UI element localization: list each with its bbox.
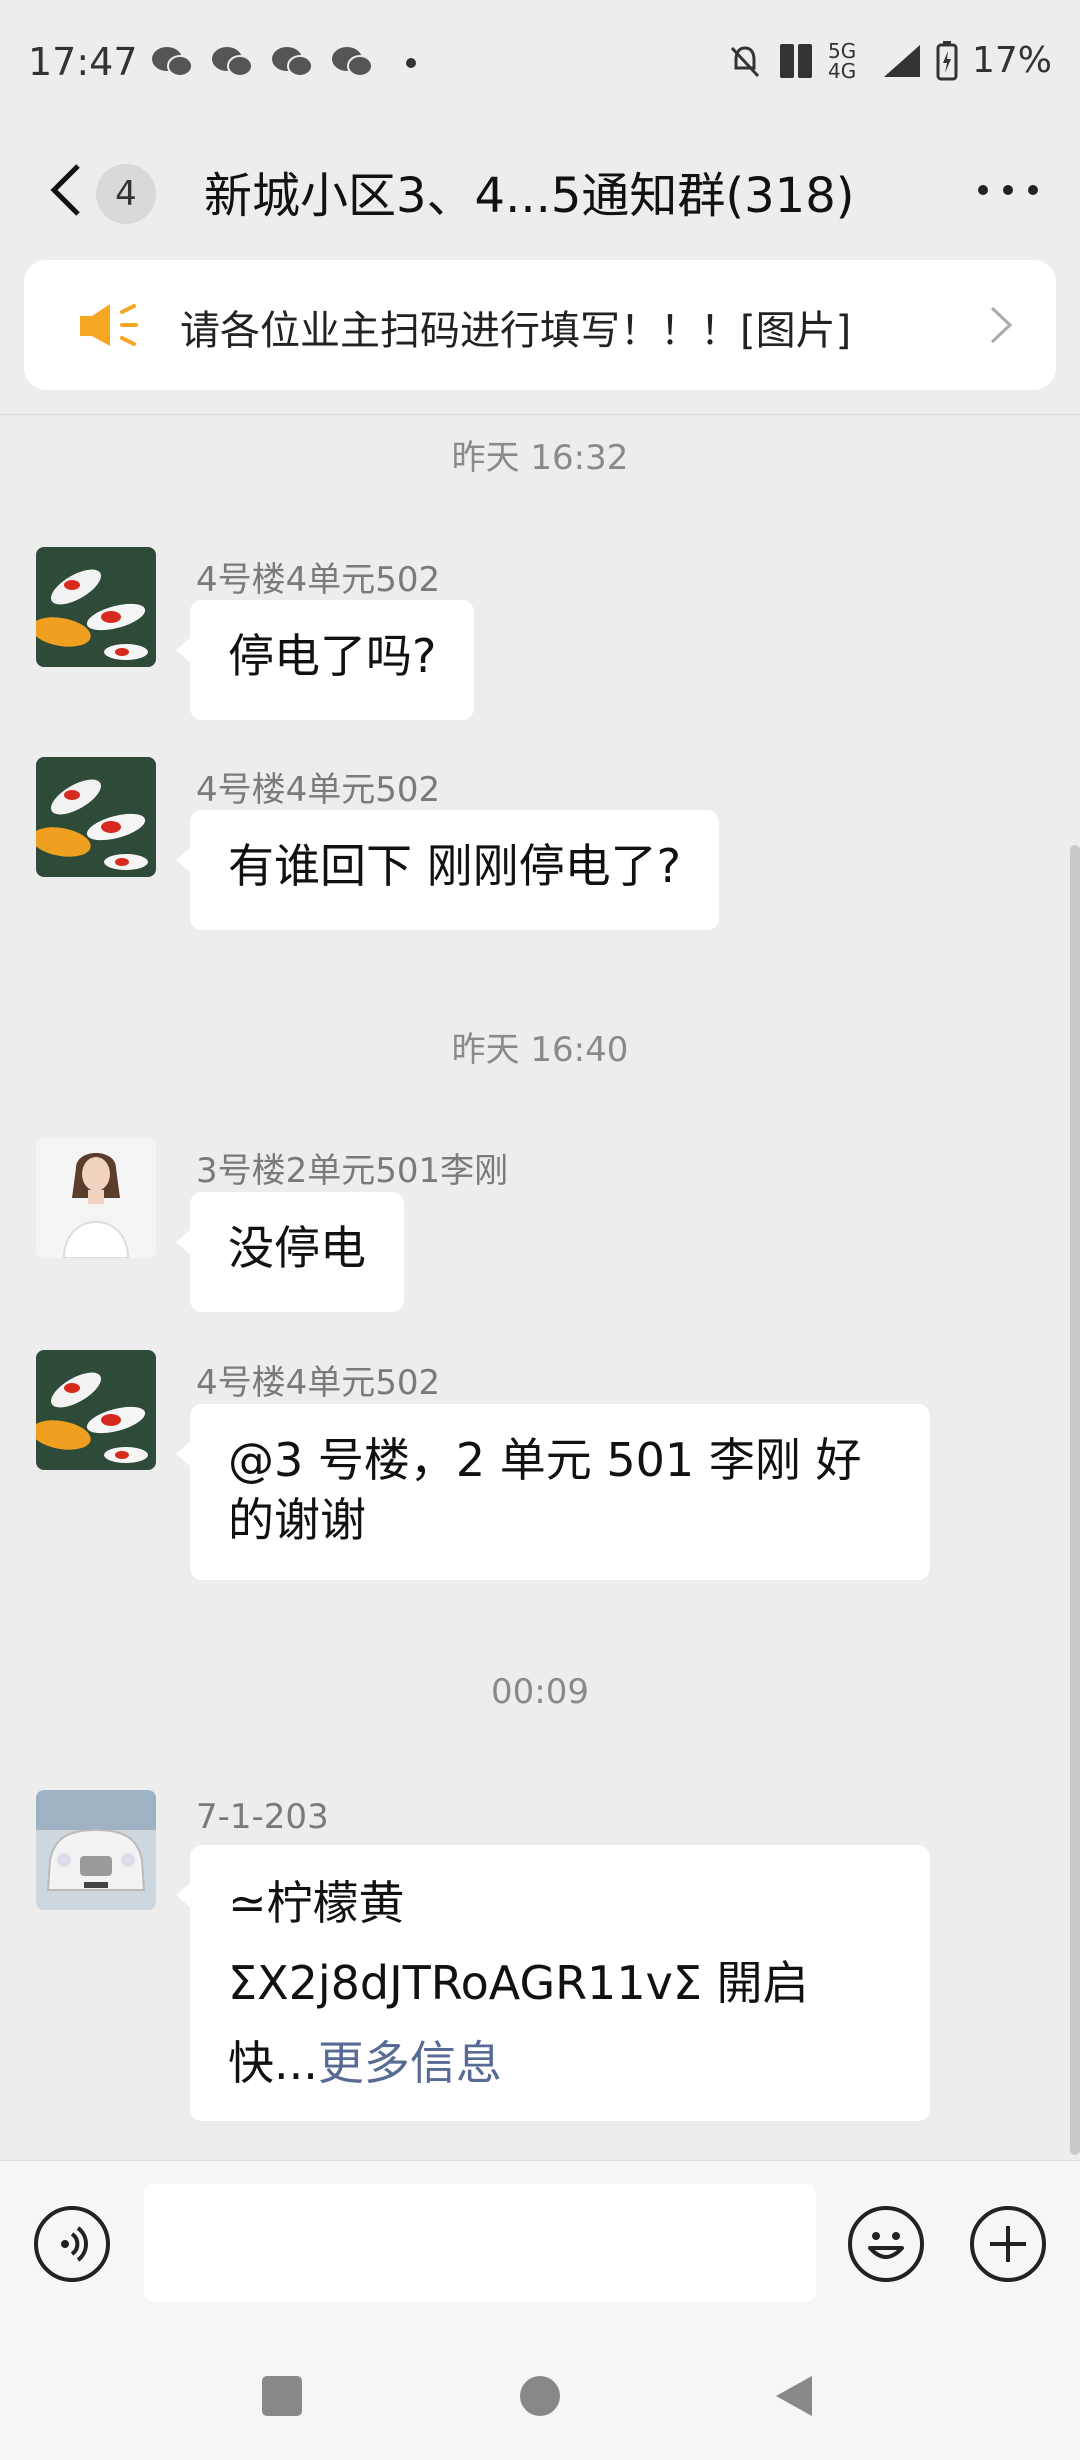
chat-title: 新城小区3、4...5通知群(318): [204, 168, 855, 224]
more-info-link[interactable]: 更多信息: [318, 2036, 502, 2090]
battery-level: 17%: [971, 40, 1052, 81]
timestamp: 昨天 16:40: [451, 1030, 629, 1070]
sender-name: 7-1-203: [196, 1797, 329, 1837]
more-options-button[interactable]: [978, 180, 1038, 200]
dot-icon: [978, 185, 988, 195]
message-bubble[interactable]: @3 号楼，2 单元 501 李刚 好 的谢谢: [176, 1404, 930, 1580]
message-text-line: 的谢谢: [228, 1493, 366, 1547]
avatar[interactable]: [36, 1138, 156, 1258]
smiley-icon: [868, 2232, 904, 2259]
avatar[interactable]: [36, 1350, 156, 1470]
voice-icon: [61, 2226, 88, 2262]
chevron-right-icon: [990, 306, 1013, 344]
avatar[interactable]: [36, 547, 156, 667]
notice-text: 请各位业主扫码进行填写！！！[图片]: [180, 308, 852, 354]
status-time: 17:47: [28, 40, 138, 84]
message-text: 没停电: [228, 1221, 366, 1275]
message-input[interactable]: [144, 2184, 816, 2302]
home-icon[interactable]: [518, 2374, 562, 2418]
status-bar: 17:47 5G 4G 17%: [0, 0, 1080, 130]
sender-name: 4号楼4单元502: [196, 1363, 441, 1403]
wechat-notification-icon: [272, 47, 313, 77]
wechat-notification-icon: [212, 47, 253, 77]
message-bubble[interactable]: ≃柠檬黄 ΣX2j8dJTRoAGR11vΣ 開启 快...更多信息: [176, 1845, 930, 2121]
sim-icon: [779, 43, 812, 78]
message-bubble[interactable]: 停电了吗?: [175, 600, 475, 720]
sender-name: 4号楼4单元502: [196, 560, 441, 600]
dot-icon: [1003, 185, 1013, 195]
timestamp: 00:09: [491, 1672, 589, 1712]
message-bubble[interactable]: 没停电: [176, 1192, 404, 1312]
signal-icon: [883, 44, 920, 77]
message-text: 快...: [228, 2036, 318, 2090]
more-notifications-dot: [406, 58, 416, 68]
voice-input-button[interactable]: [34, 2206, 110, 2282]
woman-avatar-icon: [36, 1138, 156, 1258]
message-text-line: 快...更多信息: [228, 2033, 892, 2113]
koi-fish-avatar-icon: [36, 547, 156, 667]
avatar[interactable]: [36, 1790, 156, 1910]
divider: [0, 414, 1080, 415]
sender-name: 3号楼2单元501李刚: [196, 1151, 509, 1191]
recents-icon[interactable]: [260, 2374, 304, 2418]
system-navigation-bar: [0, 2330, 1080, 2460]
wechat-notification-icon: [152, 47, 193, 77]
koi-fish-avatar-icon: [36, 757, 156, 877]
battery-icon: [936, 40, 958, 80]
scrollbar[interactable]: [1070, 845, 1080, 2155]
back-icon[interactable]: [42, 160, 92, 220]
back-nav-icon[interactable]: [772, 2374, 816, 2418]
input-bar: [0, 2160, 1080, 2331]
message-text: 停电了吗?: [228, 629, 437, 683]
network-type: 5G 4G: [827, 38, 857, 83]
car-avatar-icon: [36, 1790, 156, 1910]
mute-icon: [730, 45, 760, 77]
koi-fish-avatar-icon: [36, 1350, 156, 1470]
unread-count-badge[interactable]: 4: [96, 164, 156, 224]
chat-header: 4 新城小区3、4...5通知群(318): [0, 130, 1080, 255]
status-right: 5G 4G 17%: [726, 40, 1052, 81]
more-functions-button[interactable]: [970, 2206, 1046, 2282]
message-text-line: ΣX2j8dJTRoAGR11vΣ 開启: [228, 1956, 809, 2010]
message-text: 有谁回下 刚刚停电了?: [228, 839, 682, 893]
announcement-icon: [80, 304, 138, 346]
avatar[interactable]: [36, 757, 156, 877]
message-text-line: ≃柠檬黄: [228, 1876, 405, 1930]
pinned-notice[interactable]: 请各位业主扫码进行填写！！！[图片]: [24, 260, 1056, 390]
sender-name: 4号楼4单元502: [196, 770, 441, 810]
plus-icon: [990, 2226, 1026, 2262]
emoji-button[interactable]: [848, 2206, 924, 2282]
timestamp: 昨天 16:32: [451, 438, 629, 478]
dot-icon: [1028, 185, 1038, 195]
message-text-line: @3 号楼，2 单元 501 李刚 好: [228, 1433, 862, 1487]
message-bubble[interactable]: 有谁回下 刚刚停电了?: [175, 810, 720, 930]
wechat-notification-icon: [332, 47, 373, 77]
